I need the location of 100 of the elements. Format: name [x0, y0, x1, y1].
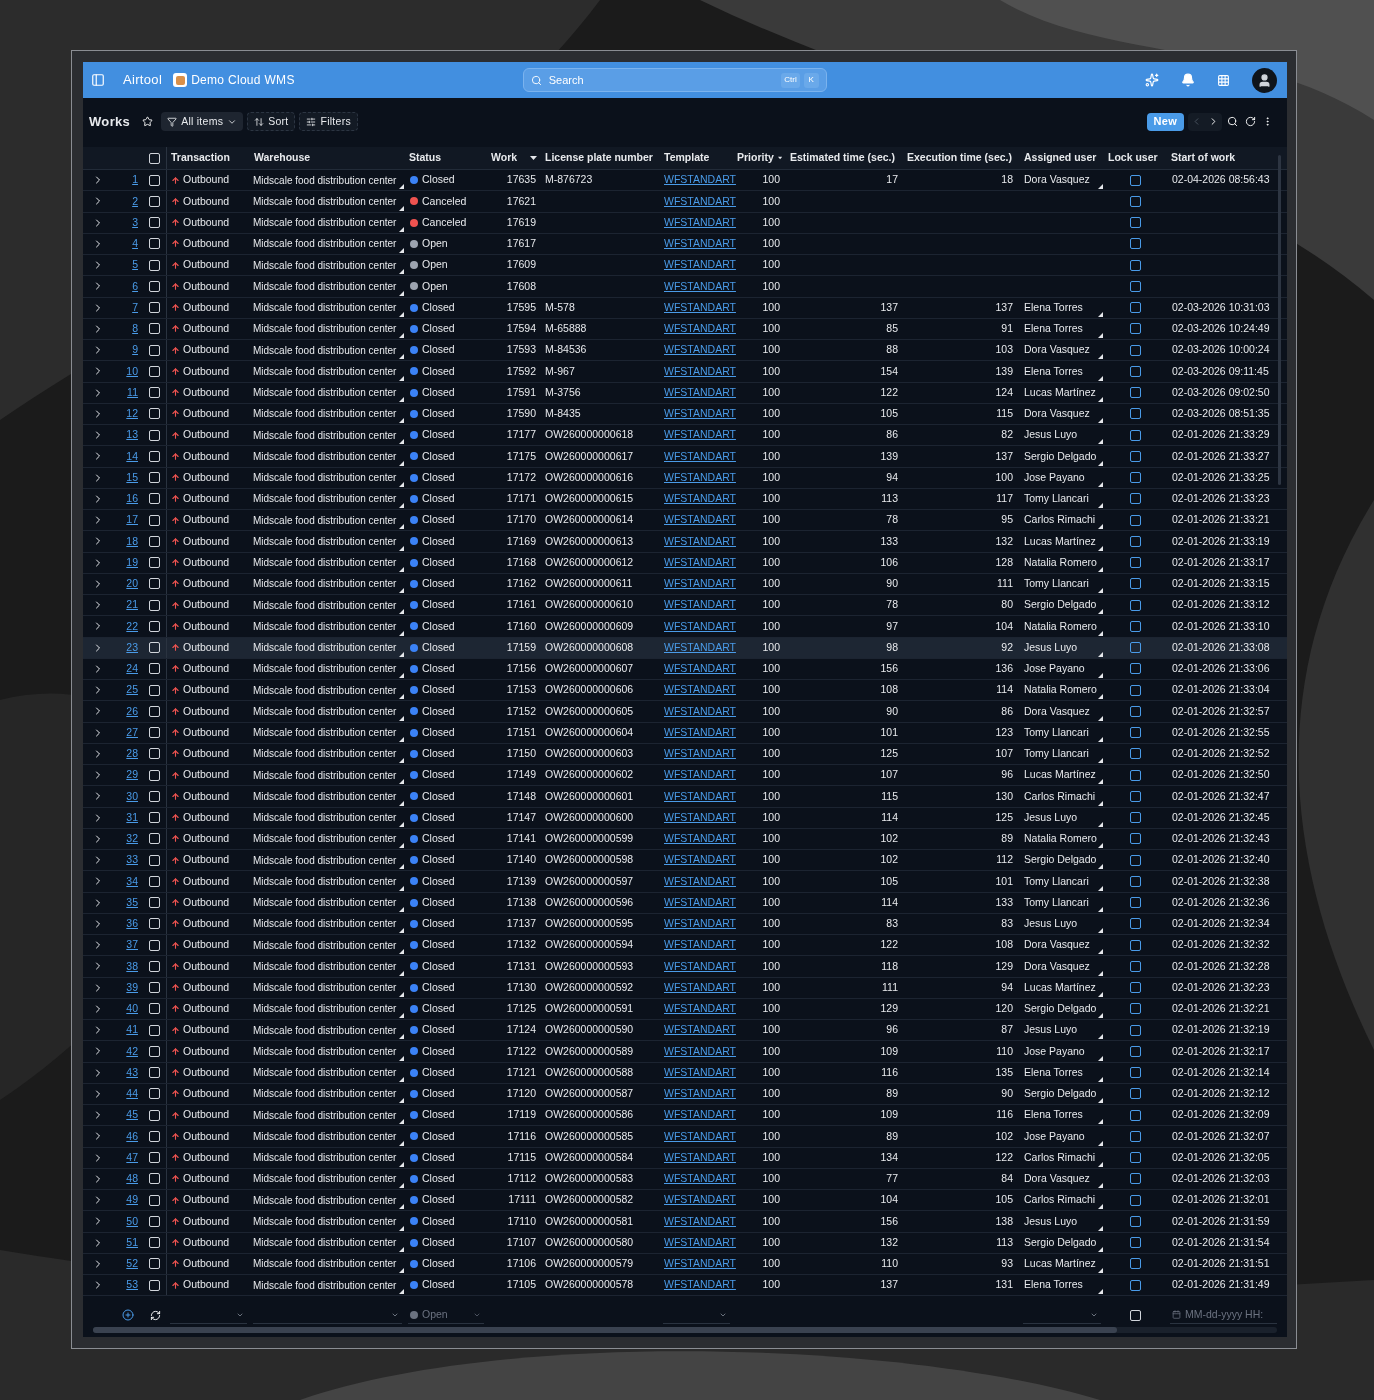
template-link[interactable]: WFSTANDART [664, 1213, 736, 1230]
row-checkbox[interactable] [149, 323, 160, 335]
template-link[interactable]: WFSTANDART [664, 1149, 736, 1166]
lock-user-checkbox[interactable] [1130, 1088, 1141, 1100]
row-checkbox[interactable] [149, 939, 160, 951]
row-checkbox[interactable] [149, 1109, 160, 1121]
row-checkbox[interactable] [149, 535, 160, 547]
corner-icon[interactable] [399, 333, 404, 338]
row-number-link[interactable]: 28 [126, 746, 138, 762]
status-filter[interactable]: Open [408, 1306, 484, 1325]
row-number-link[interactable]: 4 [132, 236, 138, 252]
column-header[interactable]: Status [405, 147, 487, 169]
template-link[interactable]: WFSTANDART [664, 788, 736, 805]
template-link[interactable]: WFSTANDART [664, 767, 736, 783]
row-number-link[interactable]: 53 [126, 1277, 138, 1293]
table-row[interactable]: 18 Outbound Midscale food distribution center Closed 17169 OW260000000613 WFSTANDART 100 133 132 Lucas Martínez 02-01-2026 21:33:19 [83, 531, 1287, 553]
corner-icon[interactable] [1098, 715, 1103, 721]
table-row[interactable]: 44 Outbound Midscale food distribution center Closed 17120 OW260000000587 WFSTANDART 100 89 90 Sergio Delgado 02-01-2026 21:32:12 [83, 1083, 1287, 1105]
template-link[interactable]: WFSTANDART [664, 746, 736, 762]
corner-icon[interactable] [399, 588, 404, 593]
corner-icon[interactable] [399, 715, 404, 721]
lock-user-checkbox[interactable] [1130, 1279, 1141, 1291]
row-checkbox[interactable] [149, 1088, 160, 1100]
table-row[interactable]: 29 Outbound Midscale food distribution center Closed 17149 OW260000000602 WFSTANDART 100 107 96 Lucas Martínez 02-01-2026 21:32:50 [83, 765, 1287, 787]
row-number-link[interactable]: 9 [132, 342, 138, 358]
corner-icon[interactable] [1098, 821, 1103, 827]
corner-icon[interactable] [399, 1246, 404, 1252]
corner-icon[interactable] [399, 651, 404, 657]
row-checkbox[interactable] [149, 684, 160, 696]
lock-user-checkbox[interactable] [1130, 1194, 1141, 1206]
row-checkbox[interactable] [149, 557, 160, 569]
corner-icon[interactable] [399, 843, 404, 848]
lock-user-checkbox[interactable] [1130, 1067, 1141, 1079]
template-link[interactable]: WFSTANDART [664, 852, 736, 868]
column-header[interactable]: Template [660, 147, 733, 169]
row-number-link[interactable]: 23 [126, 639, 138, 656]
column-header[interactable]: Estimated time (sec.) [786, 147, 903, 169]
corner-icon[interactable] [1098, 1119, 1103, 1125]
corner-icon[interactable] [1098, 545, 1103, 551]
row-number-link[interactable]: 38 [126, 958, 138, 975]
template-link[interactable]: WFSTANDART [664, 894, 736, 911]
lock-user-checkbox[interactable] [1130, 939, 1141, 951]
row-checkbox[interactable] [149, 769, 160, 781]
corner-icon[interactable] [399, 673, 404, 678]
corner-icon[interactable] [1098, 333, 1103, 338]
template-link[interactable]: WFSTANDART [664, 703, 736, 720]
template-link[interactable]: WFSTANDART [664, 469, 736, 486]
corner-icon[interactable] [1098, 885, 1103, 891]
corner-icon[interactable] [1098, 524, 1103, 530]
table-row[interactable]: 13 Outbound Midscale food distribution center Closed 17177 OW260000000618 WFSTANDART 100 86 82 Jesus Luyo 02-01-2026 21:33:29 [83, 425, 1287, 447]
table-row[interactable]: 7 Outbound Midscale food distribution center Closed 17595 M-578 WFSTANDART 100 137 137 Elena Torres 02-03-2026 10:31:03 [83, 297, 1287, 319]
corner-icon[interactable] [399, 396, 404, 402]
corner-icon[interactable] [399, 375, 404, 381]
row-checkbox[interactable] [149, 1194, 160, 1206]
row-number-link[interactable]: 37 [126, 937, 138, 953]
corner-icon[interactable] [399, 1225, 404, 1231]
lock-user-checkbox[interactable] [1130, 833, 1141, 845]
table-row[interactable]: 12 Outbound Midscale food distribution center Closed 17590 M-8435 WFSTANDART 100 105 115 Dora Vasquez 02-03-2026 08:51:35 [83, 403, 1287, 425]
row-number-link[interactable]: 6 [132, 278, 138, 295]
lock-user-checkbox[interactable] [1130, 918, 1141, 930]
table-row[interactable]: 23 Outbound Midscale food distribution center Closed 17159 OW260000000608 WFSTANDART 100 98 92 Jesus Luyo 02-01-2026 21:33:08 [83, 637, 1287, 659]
template-link[interactable]: WFSTANDART [664, 554, 736, 571]
row-checkbox[interactable] [149, 663, 160, 675]
corner-icon[interactable] [1098, 970, 1103, 976]
refresh-icon[interactable] [1245, 116, 1256, 127]
lock-user-checkbox[interactable] [1130, 578, 1141, 590]
corner-icon[interactable] [399, 1289, 404, 1295]
corner-icon[interactable] [1098, 800, 1103, 806]
corner-icon[interactable] [399, 566, 404, 572]
column-header[interactable]: Work [487, 147, 541, 169]
row-number-link[interactable]: 18 [126, 533, 138, 550]
lock-user-checkbox[interactable] [1130, 705, 1141, 717]
table-row[interactable]: 28 Outbound Midscale food distribution center Closed 17150 OW260000000603 WFSTANDART 100 125 107 Tomy Llancari 02-01-2026 21:32:52 [83, 743, 1287, 765]
lock-user-checkbox[interactable] [1130, 408, 1141, 420]
row-checkbox[interactable] [149, 238, 160, 250]
row-number-link[interactable]: 25 [126, 682, 138, 698]
table-row[interactable]: 8 Outbound Midscale food distribution center Closed 17594 M-65888 WFSTANDART 100 85 91 Elena Torres 02-03-2026 10:24:49 [83, 318, 1287, 340]
corner-icon[interactable] [399, 460, 404, 466]
table-row[interactable]: 51 Outbound Midscale food distribution center Closed 17107 OW260000000580 WFSTANDART 100 132 113 Sergio Delgado 02-01-2026 21:31:54 [83, 1232, 1287, 1254]
row-number-link[interactable]: 39 [126, 979, 138, 996]
lock-user-checkbox[interactable] [1130, 642, 1141, 654]
corner-icon[interactable] [399, 184, 404, 190]
table-row[interactable]: 49 Outbound Midscale food distribution center Closed 17111 OW260000000582 WFSTANDART 100 104 105 Carlos Rimachi 02-01-2026 21:32:01 [83, 1190, 1287, 1212]
lock-user-checkbox[interactable] [1130, 302, 1141, 314]
corner-icon[interactable] [1098, 1289, 1103, 1295]
table-row[interactable]: 24 Outbound Midscale food distribution center Closed 17156 OW260000000607 WFSTANDART 100 156 136 Jose Payano 02-01-2026 21:33:06 [83, 658, 1287, 680]
row-number-link[interactable]: 21 [126, 597, 138, 613]
table-row[interactable]: 6 Outbound Midscale food distribution center Open 17608 WFSTANDART 100 [83, 276, 1287, 298]
corner-icon[interactable] [1098, 1034, 1103, 1040]
row-number-link[interactable]: 49 [126, 1192, 138, 1208]
corner-icon[interactable] [399, 1098, 404, 1103]
row-checkbox[interactable] [149, 1215, 160, 1227]
row-checkbox[interactable] [149, 280, 160, 292]
corner-icon[interactable] [1098, 375, 1103, 381]
corner-icon[interactable] [399, 906, 404, 912]
corner-icon[interactable] [399, 609, 404, 615]
row-checkbox[interactable] [149, 493, 160, 505]
row-number-link[interactable]: 41 [126, 1022, 138, 1038]
template-link[interactable]: WFSTANDART [664, 193, 736, 210]
corner-icon[interactable] [399, 1140, 404, 1146]
